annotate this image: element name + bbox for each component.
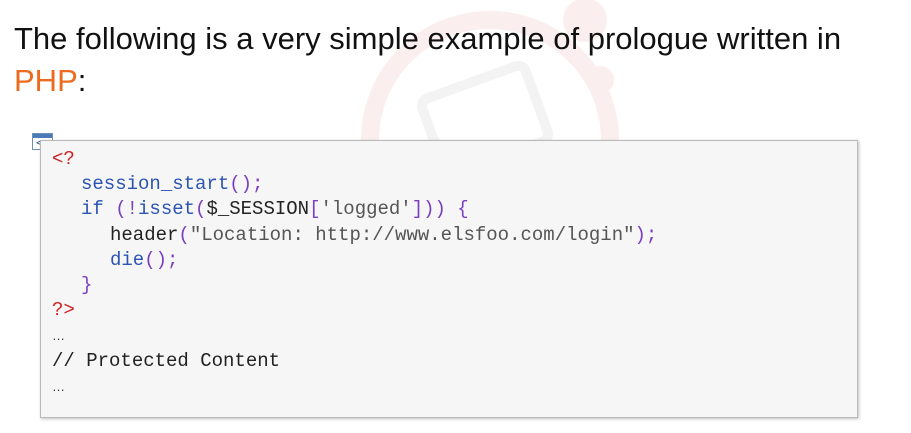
code-line-6: } xyxy=(52,273,657,298)
code-line-3: if (!isset($_SESSION['logged'])) { xyxy=(52,197,657,222)
fn-header: header xyxy=(110,223,179,246)
close-brace: } xyxy=(81,273,93,296)
heading-accent: PHP xyxy=(14,63,78,98)
var-session: $_SESSION xyxy=(206,198,310,221)
code-line-7: ?> xyxy=(52,298,657,323)
heading-line1: The following is a very simple example o… xyxy=(14,21,842,56)
php-close-tag: ?> xyxy=(52,299,75,322)
fn-session-start: session_start xyxy=(81,173,230,196)
code-line-4: header("Location: http://www.elsfoo.com/… xyxy=(52,223,657,248)
str-location: "Location: http://www.elsfoo.com/login" xyxy=(189,223,635,246)
code-listing: <? session_start(); if (!isset($_SESSION… xyxy=(52,147,657,399)
punc-l5: (); xyxy=(144,248,179,271)
ellipsis-1: … xyxy=(52,328,65,344)
punc-l2: (); xyxy=(229,173,264,196)
code-line-1: <? xyxy=(52,147,657,172)
code-line-2: session_start(); xyxy=(52,172,657,197)
slide-heading: The following is a very simple example o… xyxy=(14,18,894,102)
php-open-tag: <? xyxy=(52,148,75,170)
code-line-5: die(); xyxy=(52,248,657,273)
code-line-8: … xyxy=(52,323,657,348)
fn-die: die xyxy=(110,248,145,271)
code-line-9: // Protected Content xyxy=(52,349,657,374)
comment-protected: // Protected Content xyxy=(52,349,281,372)
kw-if: if xyxy=(81,198,104,221)
code-line-10: … xyxy=(52,374,657,399)
punc-l4-1: ( xyxy=(178,223,190,246)
heading-suffix: : xyxy=(77,63,87,98)
punc-l3-1: (! xyxy=(103,198,139,221)
fn-isset: isset xyxy=(138,198,196,221)
punc-l3-3: [ xyxy=(309,198,321,221)
punc-l3-4: ])) { xyxy=(411,198,469,221)
ellipsis-2: … xyxy=(52,378,65,394)
punc-l3-2: ( xyxy=(195,198,207,221)
punc-l4-2: ); xyxy=(634,223,658,246)
str-logged: 'logged' xyxy=(320,198,412,221)
